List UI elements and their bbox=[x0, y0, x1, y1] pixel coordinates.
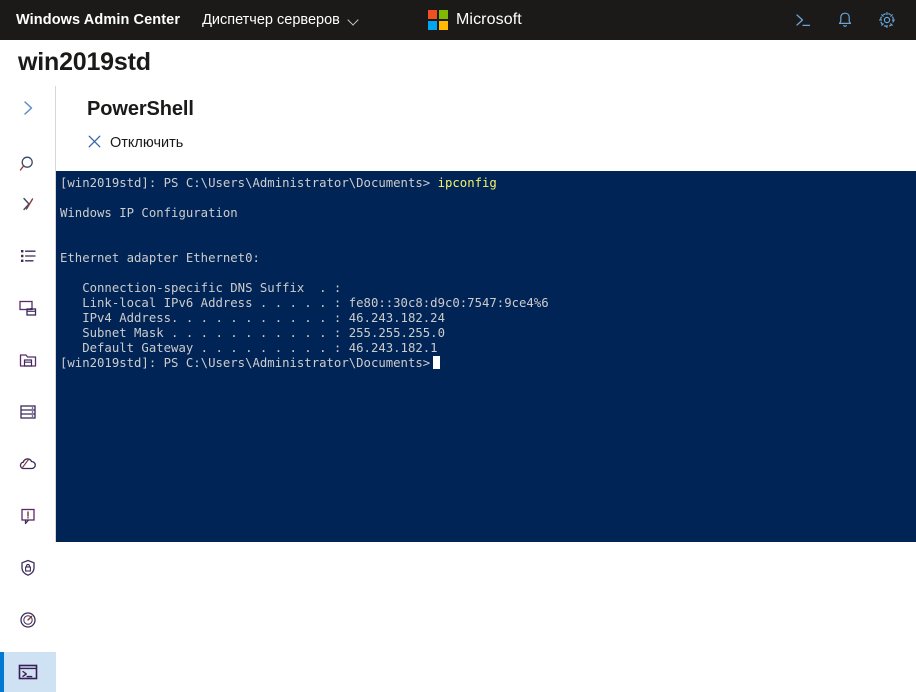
sidebar-item-powershell[interactable] bbox=[0, 652, 56, 692]
sidebar-item-overview[interactable] bbox=[0, 236, 56, 276]
terminal-prompt: [win2019std]: PS C:\Users\Administrator\… bbox=[60, 176, 431, 190]
rail-spacer bbox=[0, 380, 55, 392]
rail-spacer bbox=[0, 328, 55, 340]
sidebar-item-expand[interactable] bbox=[0, 86, 56, 130]
rail-spacer bbox=[0, 224, 55, 236]
terminal-last-prompt-line: [win2019std]: PS C:\Users\Administrator\… bbox=[60, 356, 916, 371]
logo-square-yellow bbox=[439, 21, 448, 30]
sidebar-item-security[interactable] bbox=[0, 548, 56, 588]
terminal-output-line: Default Gateway . . . . . . . . . : 46.2… bbox=[60, 341, 438, 355]
logo-square-blue bbox=[428, 21, 437, 30]
settings-gear-icon[interactable] bbox=[866, 0, 908, 40]
terminal-output-line: Ethernet adapter Ethernet0: bbox=[60, 251, 260, 265]
sidebar-item-storage[interactable] bbox=[0, 392, 56, 432]
disconnect-button-label: Отключить bbox=[110, 135, 184, 151]
terminal-prompt-trailing: [win2019std]: PS C:\Users\Administrator\… bbox=[60, 356, 431, 370]
terminal-output-line: Subnet Mask . . . . . . . . . . . : 255.… bbox=[60, 326, 445, 340]
powershell-console-icon[interactable] bbox=[782, 0, 824, 40]
terminal-cursor bbox=[433, 356, 441, 369]
microsoft-logo-squares bbox=[428, 10, 448, 30]
logo-square-red bbox=[428, 10, 437, 19]
tools-rail bbox=[0, 86, 56, 692]
terminal-output-line: Connection-specific DNS Suffix . : bbox=[60, 281, 342, 295]
terminal-output-line: Windows IP Configuration bbox=[60, 206, 238, 220]
terminal-output: Windows IP Configuration Ethernet adapte… bbox=[60, 191, 916, 356]
section-selector-server-manager[interactable]: Диспетчер серверов bbox=[202, 12, 360, 28]
sidebar-item-alerts[interactable] bbox=[0, 496, 56, 536]
terminal-output-line: Link-local IPv6 Address . . . . . : fe80… bbox=[60, 296, 549, 310]
terminal-output-line: IPv4 Address. . . . . . . . . . . : 46.2… bbox=[60, 311, 445, 325]
close-x-icon bbox=[87, 134, 102, 152]
page-title: win2019std bbox=[18, 48, 151, 76]
app-brand-title[interactable]: Windows Admin Center bbox=[16, 12, 180, 28]
logo-square-green bbox=[439, 10, 448, 19]
chevron-down-icon bbox=[349, 15, 360, 26]
disconnect-button[interactable]: Отключить bbox=[87, 132, 187, 154]
notifications-bell-icon[interactable] bbox=[824, 0, 866, 40]
top-navigation-bar: Windows Admin Center Диспетчер серверов … bbox=[0, 0, 916, 40]
terminal-command-line: [win2019std]: PS C:\Users\Administrator\… bbox=[60, 176, 916, 191]
sidebar-item-collapse-tools[interactable] bbox=[0, 184, 56, 224]
sidebar-item-remote-desktop[interactable] bbox=[0, 288, 56, 328]
topbar-actions bbox=[782, 0, 908, 40]
rail-spacer bbox=[0, 536, 55, 548]
rail-spacer bbox=[0, 588, 55, 600]
rail-spacer bbox=[0, 484, 55, 496]
rail-spacer bbox=[0, 640, 55, 652]
tool-command-bar: Отключить bbox=[87, 132, 916, 154]
terminal-command: ipconfig bbox=[437, 176, 497, 190]
powershell-terminal[interactable]: [win2019std]: PS C:\Users\Administrator\… bbox=[56, 171, 916, 542]
rail-spacer bbox=[0, 432, 55, 444]
rail-spacer bbox=[0, 276, 55, 288]
tool-content-pane: PowerShell Отключить [win2019std]: PS C:… bbox=[56, 86, 916, 542]
sidebar-item-azure[interactable] bbox=[0, 444, 56, 484]
microsoft-logo: Microsoft bbox=[428, 10, 522, 30]
microsoft-logo-text: Microsoft bbox=[456, 11, 522, 28]
sidebar-item-search[interactable] bbox=[0, 144, 56, 184]
section-selector-label: Диспетчер серверов bbox=[202, 12, 340, 28]
terminal-command-spacer bbox=[430, 176, 437, 190]
sidebar-item-performance[interactable] bbox=[0, 600, 56, 640]
tool-title: PowerShell bbox=[87, 98, 194, 120]
sidebar-item-files[interactable] bbox=[0, 340, 56, 380]
rail-spacer bbox=[0, 130, 55, 144]
